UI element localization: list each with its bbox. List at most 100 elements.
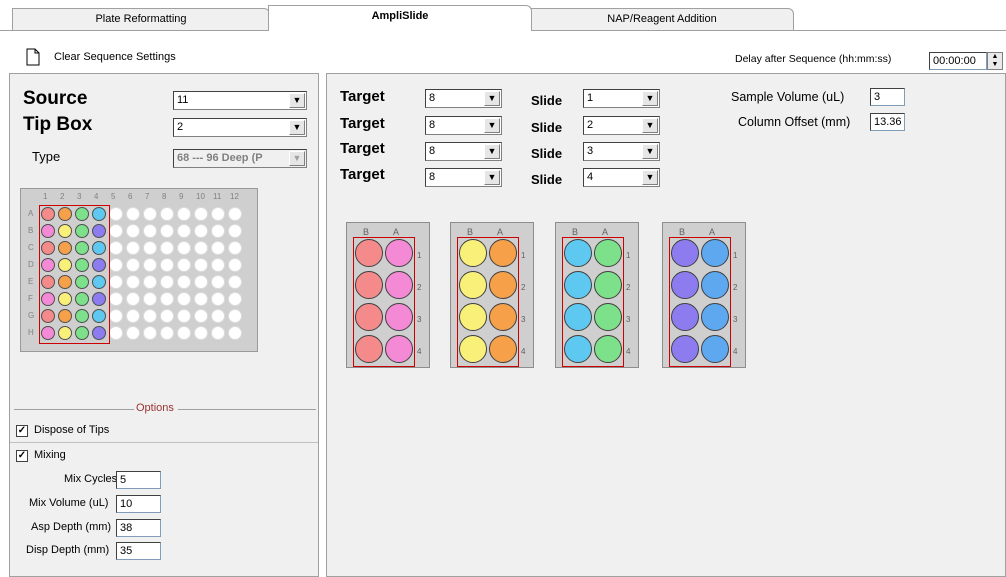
plate-well bbox=[126, 241, 140, 255]
asp-depth-input[interactable]: 38 bbox=[116, 519, 161, 537]
plate-well bbox=[126, 292, 140, 306]
target-slide: B A 1 2 3 4 bbox=[555, 222, 639, 368]
slide-spot bbox=[385, 271, 413, 299]
slide-spot bbox=[564, 239, 592, 267]
sample-volume-input[interactable]: 3 bbox=[870, 88, 905, 106]
slide-row-label: 1 bbox=[521, 251, 526, 260]
target-label: Target bbox=[340, 140, 385, 157]
slide-value: 3 bbox=[587, 145, 594, 157]
plate-well bbox=[194, 241, 208, 255]
mix-volume-input[interactable]: 10 bbox=[116, 495, 161, 513]
checkmark-icon[interactable]: ✓ bbox=[16, 450, 28, 462]
tab-amplislide[interactable]: AmpliSlide bbox=[268, 5, 532, 31]
plate-well bbox=[109, 258, 123, 272]
target-combo[interactable]: 8 ▼ bbox=[425, 116, 502, 135]
slide-combo[interactable]: 1 ▼ bbox=[583, 89, 660, 108]
slide-value: 4 bbox=[587, 171, 594, 183]
plate-col-label: 4 bbox=[94, 192, 99, 201]
plate-well bbox=[126, 275, 140, 289]
target-slide: B A 1 2 3 4 bbox=[346, 222, 430, 368]
slide-row-label: 4 bbox=[733, 347, 738, 356]
type-combo: 68 --- 96 Deep (P ▼ bbox=[173, 149, 307, 168]
chevron-down-icon[interactable]: ▼ bbox=[484, 118, 500, 133]
plate-well bbox=[228, 258, 242, 272]
chevron-down-icon[interactable]: ▼ bbox=[289, 120, 305, 135]
slide-spot bbox=[459, 335, 487, 363]
checkmark-icon[interactable]: ✓ bbox=[16, 425, 28, 437]
chevron-down-icon[interactable]: ▼ bbox=[642, 144, 658, 159]
slide-row-label: 3 bbox=[521, 315, 526, 324]
slide-spot bbox=[564, 303, 592, 331]
source-label: Source bbox=[23, 88, 88, 109]
sample-volume-label: Sample Volume (uL) bbox=[731, 90, 845, 104]
plate-row-label: H bbox=[28, 328, 34, 337]
column-offset-label: Column Offset (mm) bbox=[738, 115, 851, 129]
slide-combo[interactable]: 3 ▼ bbox=[583, 142, 660, 161]
plate-col-label: 10 bbox=[196, 192, 205, 201]
plate-well bbox=[228, 292, 242, 306]
chevron-down-icon[interactable]: ▼ bbox=[484, 170, 500, 185]
plate-well bbox=[109, 224, 123, 238]
chevron-down-icon[interactable]: ▼ bbox=[642, 170, 658, 185]
target-value: 8 bbox=[429, 92, 436, 104]
chevron-down-icon: ▼ bbox=[289, 151, 305, 166]
plate-col-label: 3 bbox=[77, 192, 82, 201]
source-value: 11 bbox=[177, 94, 189, 106]
plate-well bbox=[177, 258, 191, 272]
slide-spot bbox=[489, 239, 517, 267]
slide-col-label: A bbox=[709, 227, 716, 237]
slide-combo[interactable]: 4 ▼ bbox=[583, 168, 660, 187]
tipbox-combo[interactable]: 2 ▼ bbox=[173, 118, 307, 137]
slide-spot bbox=[564, 271, 592, 299]
plate-selection-rect bbox=[39, 205, 110, 344]
plate-well bbox=[109, 275, 123, 289]
slide-spot bbox=[671, 239, 699, 267]
delay-input[interactable]: 00:00:00 bbox=[929, 52, 987, 70]
plate-row-label: G bbox=[28, 311, 35, 320]
column-offset-input[interactable]: 13.36 bbox=[870, 113, 905, 131]
plate-well bbox=[177, 224, 191, 238]
plate-well bbox=[126, 207, 140, 221]
plate-well bbox=[177, 241, 191, 255]
plate-col-label: 12 bbox=[230, 192, 239, 201]
clear-sequence-label: Clear Sequence Settings bbox=[54, 51, 176, 63]
plate-well bbox=[143, 275, 157, 289]
plate-col-label: 2 bbox=[60, 192, 65, 201]
chevron-down-icon[interactable]: ▼ bbox=[642, 118, 658, 133]
slide-combo[interactable]: 2 ▼ bbox=[583, 116, 660, 135]
chevron-down-icon[interactable]: ▼ bbox=[484, 91, 500, 106]
plate-well bbox=[160, 309, 174, 323]
plate-well bbox=[194, 207, 208, 221]
slide-spot bbox=[594, 303, 622, 331]
target-combo[interactable]: 8 ▼ bbox=[425, 168, 502, 187]
spin-up-icon[interactable]: ▲ bbox=[988, 53, 1002, 61]
spin-down-icon[interactable]: ▼ bbox=[988, 61, 1002, 69]
target-label: Target bbox=[340, 115, 385, 132]
slide-spot bbox=[701, 303, 729, 331]
target-combo[interactable]: 8 ▼ bbox=[425, 142, 502, 161]
plate-well bbox=[109, 309, 123, 323]
chevron-down-icon[interactable]: ▼ bbox=[642, 91, 658, 106]
target-value: 8 bbox=[429, 171, 436, 183]
plate-well bbox=[160, 258, 174, 272]
chevron-down-icon[interactable]: ▼ bbox=[289, 93, 305, 108]
plate-well bbox=[228, 207, 242, 221]
mix-cycles-input[interactable]: 5 bbox=[116, 471, 161, 489]
slide-col-label: A bbox=[497, 227, 504, 237]
plate-well bbox=[143, 258, 157, 272]
source-combo[interactable]: 11 ▼ bbox=[173, 91, 307, 110]
tab-nap-reagent-addition[interactable]: NAP/Reagent Addition bbox=[530, 8, 794, 30]
plate-row-label: A bbox=[28, 209, 34, 218]
target-combo[interactable]: 8 ▼ bbox=[425, 89, 502, 108]
slide-row-label: 1 bbox=[417, 251, 422, 260]
delay-spinner[interactable]: ▲ ▼ bbox=[987, 52, 1003, 70]
plate-well bbox=[194, 275, 208, 289]
options-separator bbox=[10, 442, 318, 443]
disp-depth-input[interactable]: 35 bbox=[116, 542, 161, 560]
slide-spot bbox=[385, 303, 413, 331]
tab-plate-reformatting[interactable]: Plate Reformatting bbox=[12, 8, 270, 30]
slide-spot bbox=[671, 335, 699, 363]
slide-spot bbox=[564, 335, 592, 363]
plate-well bbox=[143, 309, 157, 323]
chevron-down-icon[interactable]: ▼ bbox=[484, 144, 500, 159]
